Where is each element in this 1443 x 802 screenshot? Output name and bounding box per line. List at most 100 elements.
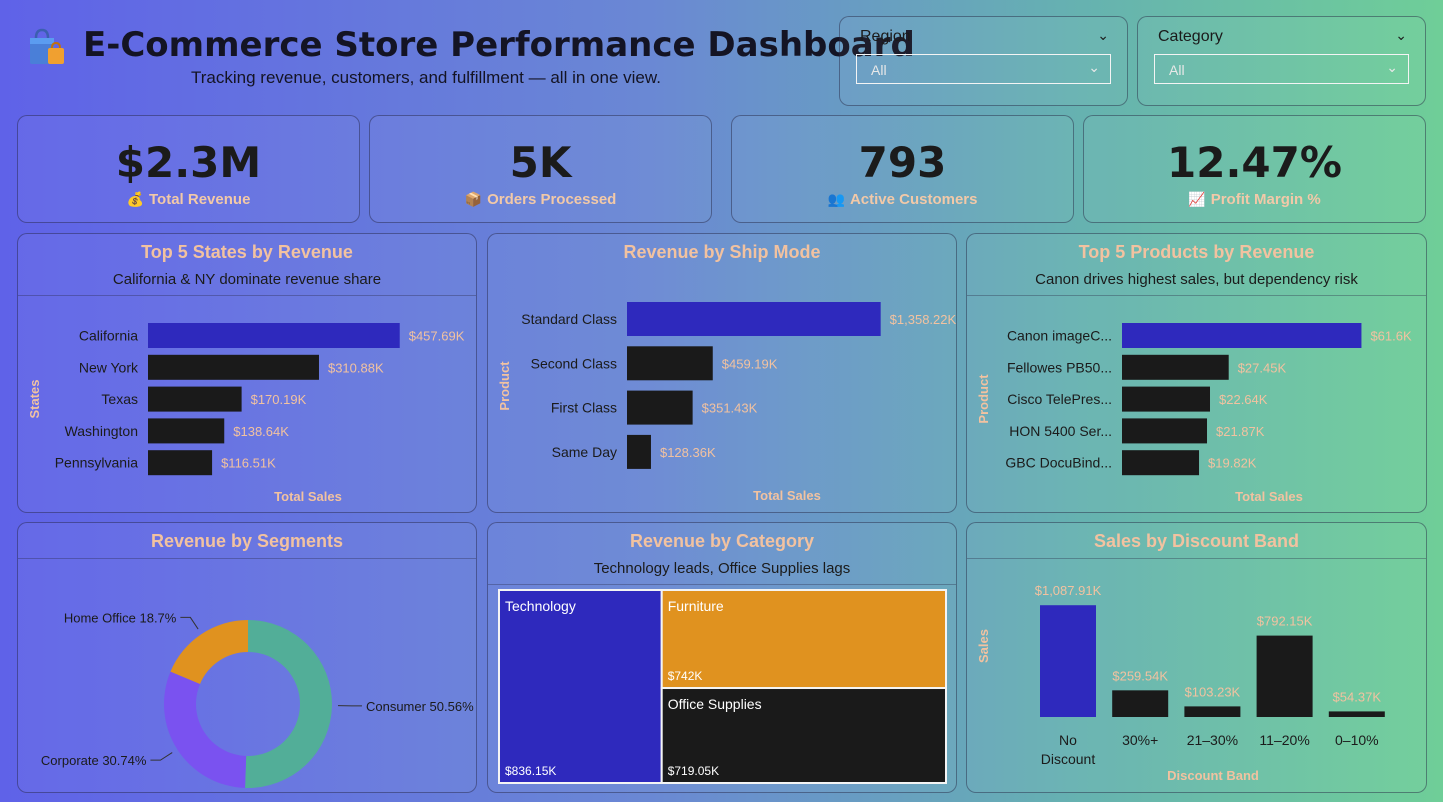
- data-label: $116.51K: [221, 456, 276, 471]
- leader-line: [180, 616, 199, 630]
- discount-bar-chart: $1,087.91K No Discount $259.54K 30%+ $103.23K…: [976, 583, 1385, 783]
- category-label: Cisco TelePres...: [1007, 391, 1112, 407]
- data-label: $61.6K: [1370, 329, 1412, 344]
- panel-title: Sales by Discount Band: [1093, 531, 1300, 551]
- data-label: $103.23K: [1185, 684, 1241, 699]
- bar[interactable]: [148, 354, 319, 380]
- panel-title: Top 5 Products by Revenue: [1078, 242, 1315, 262]
- kpi-card-customers: 793 👥 Active Customers: [731, 115, 1074, 223]
- category-label: Texas: [101, 391, 138, 407]
- category-label: Standard Class: [521, 311, 617, 327]
- data-label: $310.88K: [328, 360, 384, 375]
- kpi-card-profit-margin: 12.47% 📈 Profit Margin %: [1083, 115, 1426, 223]
- category-label: Second Class: [531, 355, 617, 371]
- data-label: $259.54K: [1112, 668, 1168, 683]
- segments-donut-chart: Consumer 50.56% Corporate 30.74% Home Offi…: [41, 610, 474, 788]
- category-label: No Discount: [1041, 732, 1096, 767]
- shipmode-panel: Revenue by Ship Mode Standard Class $1,35…: [487, 233, 957, 513]
- bar[interactable]: [1122, 386, 1211, 412]
- bar[interactable]: [1122, 323, 1362, 348]
- data-label: $792.15K: [1257, 614, 1313, 629]
- page-subtitle: Tracking revenue, customers, and fulfill…: [191, 68, 661, 87]
- category-label: New York: [79, 359, 139, 375]
- category-dropdown[interactable]: All ⌄: [1154, 54, 1409, 84]
- bar[interactable]: [1328, 711, 1385, 717]
- bar[interactable]: [1112, 690, 1169, 717]
- category-label: 11–20%: [1259, 732, 1309, 748]
- bar[interactable]: [1184, 706, 1241, 717]
- bar[interactable]: [1256, 635, 1313, 717]
- category-label: GBC DocuBind...: [1005, 455, 1112, 471]
- data-label: $138.64K: [233, 424, 289, 439]
- data-label: $351.43K: [702, 401, 758, 416]
- y-axis-label: Product: [976, 374, 991, 424]
- bar[interactable]: [627, 434, 651, 469]
- tile-category-label: Technology: [505, 598, 576, 614]
- discount-panel: Sales by Discount Band $1,087.91K No Disco…: [966, 522, 1427, 793]
- data-label: $457.69K: [409, 329, 465, 344]
- category-label: Same Day: [552, 444, 617, 460]
- tile-value-label: $836.15K: [505, 764, 556, 778]
- tile-category-label: Office Supplies: [668, 696, 762, 712]
- kpi-label: Active Customers: [849, 191, 978, 208]
- chevron-down-icon: ⌄: [1386, 59, 1398, 75]
- region-dropdown[interactable]: All ⌄: [856, 54, 1111, 84]
- slice-label: Home Office 18.7%: [64, 610, 177, 625]
- kpi-label: Orders Processed: [487, 191, 617, 208]
- y-axis-label: Product: [497, 361, 512, 411]
- panel-title: Revenue by Segments: [150, 531, 344, 551]
- bar[interactable]: [148, 386, 242, 412]
- chart-up-icon: 📈: [1188, 191, 1206, 207]
- data-label: $54.37K: [1333, 689, 1382, 704]
- data-label: $19.82K: [1208, 456, 1257, 471]
- bar[interactable]: [627, 390, 693, 425]
- leader-line: [150, 752, 173, 761]
- x-axis-label: Total Sales: [1235, 489, 1303, 504]
- data-label: $459.19K: [722, 356, 778, 371]
- tile-value-label: $742K: [668, 669, 703, 683]
- kpi-card-total-revenue: $2.3M 💰 Total Revenue: [17, 115, 360, 223]
- bar[interactable]: [1122, 354, 1229, 380]
- y-axis-label: Sales: [976, 629, 991, 663]
- chevron-down-icon[interactable]: ⌄: [1097, 27, 1109, 44]
- panel-title: Revenue by Category: [629, 531, 815, 551]
- data-label: $1,087.91K: [1035, 583, 1102, 598]
- category-label: Fellowes PB50...: [1007, 359, 1112, 375]
- chevron-down-icon[interactable]: ⌄: [1395, 27, 1407, 44]
- category-label: Canon imageC...: [1007, 328, 1112, 344]
- bar[interactable]: [148, 450, 213, 476]
- donut-slice[interactable]: [245, 620, 332, 788]
- bar[interactable]: [627, 346, 713, 381]
- bar[interactable]: [627, 302, 881, 336]
- category-treemap: Technology $836.15K Furniture $742K Office S…: [498, 589, 948, 784]
- category-slicer-label: Category: [1158, 28, 1223, 45]
- bar[interactable]: [1122, 450, 1200, 476]
- x-axis-label: Discount Band: [1167, 768, 1259, 783]
- data-label: $1,358.22K: [890, 312, 956, 327]
- category-label: 30%+: [1122, 732, 1158, 748]
- region-slicer: Region ⌄ All ⌄: [839, 16, 1128, 106]
- data-label: $21.87K: [1216, 424, 1265, 439]
- data-label: $128.36K: [660, 445, 716, 460]
- bar[interactable]: [1122, 418, 1208, 444]
- y-axis-label: States: [27, 379, 42, 418]
- donut-slice[interactable]: [170, 620, 248, 684]
- category-label: California: [79, 328, 138, 344]
- kpi-card-orders: 5K 📦 Orders Processed: [369, 115, 712, 223]
- kpi-value: 12.47%: [1167, 138, 1342, 187]
- products-panel: Top 5 Products by Revenue Canon drives h…: [966, 233, 1427, 513]
- bar[interactable]: [1040, 605, 1096, 717]
- panel-title: Top 5 States by Revenue: [141, 242, 353, 262]
- data-label: $27.45K: [1238, 360, 1287, 375]
- donut-slice[interactable]: [164, 671, 247, 788]
- bar[interactable]: [148, 418, 225, 444]
- category-label: Pennsylvania: [55, 455, 138, 471]
- package-icon: 📦: [464, 191, 483, 207]
- bar[interactable]: [148, 323, 400, 348]
- kpi-value: $2.3M: [115, 138, 262, 187]
- treemap-tile[interactable]: [498, 589, 663, 784]
- category-label: 21–30%: [1187, 732, 1238, 748]
- data-label: $170.19K: [251, 392, 307, 407]
- region-slicer-label: Region: [860, 28, 911, 45]
- category-label: 0–10%: [1335, 732, 1379, 748]
